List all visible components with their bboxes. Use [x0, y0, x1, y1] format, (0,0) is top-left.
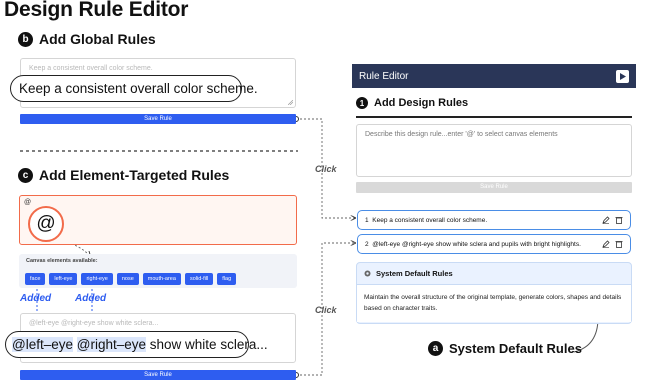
chip-right-eye[interactable]: right-eye [81, 273, 113, 285]
canvas-element-chips: face left-eye right-eye nose mouth-area solid… [19, 267, 297, 285]
element-save-rule-button[interactable]: Save Rule [20, 370, 296, 380]
added-label-1: Added [20, 293, 52, 304]
rule-editor-header: Rule Editor [352, 64, 636, 88]
edit-icon[interactable] [602, 216, 610, 224]
design-rule-placeholder: Describe this design rule...enter '@' to… [365, 131, 558, 138]
callout-tag-right-eye: @right–eye [76, 337, 147, 352]
system-default-rules-box: System Default Rules Maintain the overal… [356, 262, 632, 324]
system-default-caption: a System Default Rules [428, 341, 582, 356]
rule-item-1[interactable]: 1 Keep a consistent overall color scheme… [357, 210, 631, 230]
rule-index: 1 [365, 216, 369, 224]
system-rules-body: Maintain the overall structure of the or… [357, 284, 631, 322]
chip-mouth-area[interactable]: mouth-area [142, 273, 181, 285]
section-badge-1: 1 [356, 97, 368, 109]
click-label-1: Click [315, 164, 337, 174]
element-rules-heading-text: Add Element-Targeted Rules [39, 167, 230, 183]
editor-save-rule-button[interactable]: Save Rule [356, 182, 632, 193]
delete-icon[interactable] [615, 216, 623, 224]
system-rules-heading-text: System Default Rules [376, 269, 453, 278]
global-rule-callout: Keep a consistent overall color scheme. [10, 75, 258, 102]
gear-icon [364, 270, 371, 277]
element-rules-heading: c Add Element-Targeted Rules [18, 167, 229, 183]
rule-editor-title: Rule Editor [359, 70, 409, 82]
play-icon[interactable] [616, 69, 629, 83]
click-label-2: Click [315, 305, 337, 315]
rule-index: 2 [365, 240, 369, 248]
canvas-elements-label: Canvas elements available: [26, 258, 98, 264]
element-rule-input-value: @ [24, 199, 32, 206]
edit-icon[interactable] [602, 240, 610, 248]
callout-text: show white sclera... [149, 337, 268, 352]
resize-handle-icon[interactable] [288, 100, 293, 105]
design-rule-textarea[interactable]: Describe this design rule...enter '@' to… [356, 124, 632, 177]
global-rules-heading: b Add Global Rules [18, 31, 156, 47]
global-save-rule-button[interactable]: Save Rule [20, 114, 296, 124]
chip-flag[interactable]: flag [217, 273, 237, 285]
system-rules-heading: System Default Rules [357, 263, 631, 284]
chip-solid-fill[interactable]: solid-fill [184, 273, 214, 285]
delete-icon[interactable] [615, 240, 623, 248]
chip-nose[interactable]: nose [116, 273, 139, 285]
callout-tag-left-eye: @left–eye [12, 337, 73, 352]
chip-face[interactable]: face [25, 273, 46, 285]
section-badge-c: c [18, 167, 33, 183]
page-title: Design Rule Editor [4, 0, 189, 21]
global-rules-heading-text: Add Global Rules [39, 31, 156, 47]
canvas-elements-box: Canvas elements available: face left-eye r… [19, 254, 297, 288]
rule-item-2[interactable]: 2 @left-eye @right-eye show white sclera… [357, 234, 631, 254]
section-badge-a: a [428, 341, 443, 356]
section-badge-b: b [18, 31, 33, 47]
added-label-2: Added [75, 293, 107, 304]
heading-underline [356, 116, 632, 118]
rule-text: @left-eye @right-eye show white sclera a… [372, 240, 581, 248]
at-symbol-highlight: @ [28, 206, 64, 242]
element-rule-callout: @left–eye @right–eye show white sclera..… [5, 331, 268, 358]
design-rules-heading: 1 Add Design Rules [356, 97, 468, 109]
system-default-caption-text: System Default Rules [449, 341, 582, 356]
design-rules-heading-text: Add Design Rules [374, 97, 469, 109]
chip-left-eye[interactable]: left-eye [49, 273, 78, 285]
rule-text: Keep a consistent overall color scheme. [372, 216, 488, 224]
